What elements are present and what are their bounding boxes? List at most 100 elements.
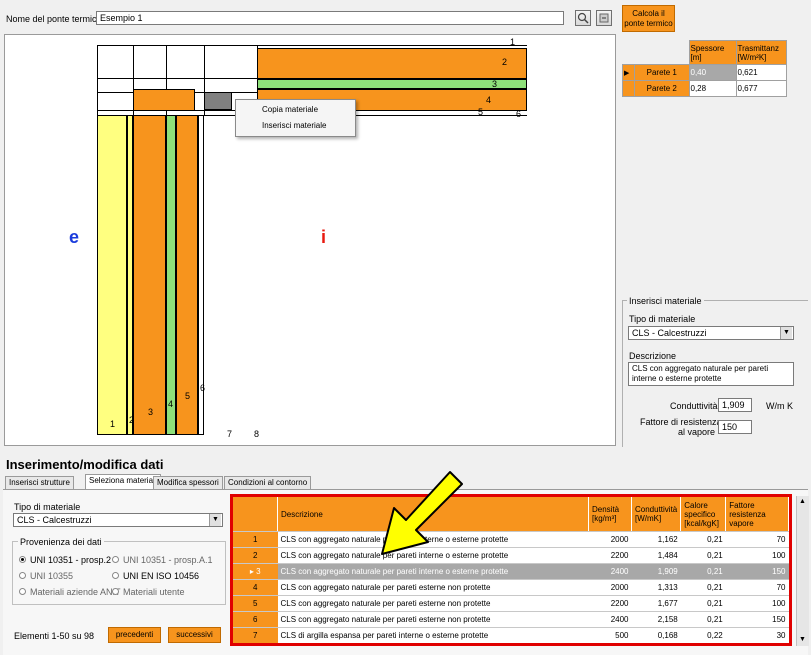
bridge-name-input[interactable]: Esempio 1 [96, 11, 564, 25]
row-number: 7 [233, 627, 278, 643]
col-conductivity: Conduttività [W/mK] [631, 497, 682, 532]
layer-number: 3 [492, 79, 498, 89]
row-conductivity: 2,158 [631, 611, 681, 628]
chevron-down-icon[interactable]: ▼ [209, 514, 221, 526]
row-conductivity: 1,162 [631, 531, 681, 548]
row-vapor-resistance: 150 [725, 563, 789, 580]
menu-item-copy-material[interactable]: Copia materiale [262, 105, 318, 114]
exterior-label: e [69, 227, 80, 247]
conductivity-input[interactable]: 1,909 [718, 398, 752, 412]
table-row[interactable]: 5 CLS con aggregato naturale per pareti … [233, 595, 789, 612]
magnifier-plus-icon [577, 12, 589, 24]
col-transmittance: Trasmittanz [W/m²K] [735, 40, 787, 65]
wall-thickness[interactable]: 0,28 [688, 80, 737, 97]
elements-count: Elementi 1-50 su 98 [14, 631, 95, 641]
row-density: 2000 [588, 579, 632, 596]
radio-uni-en-iso-10456[interactable] [112, 572, 119, 579]
annotation-arrow-icon [381, 471, 463, 555]
layer-number: 8 [254, 429, 260, 439]
table-row[interactable]: 7 CLS di argilla espansa per pareti inte… [233, 627, 789, 643]
menu-item-insert-material[interactable]: Inserisci materiale [262, 121, 326, 130]
material-type-select[interactable]: CLS - Calcestruzzi ▼ [628, 326, 794, 340]
tab-insert-structures[interactable]: Inserisci strutture [5, 476, 74, 489]
row-number: 4 [233, 579, 278, 596]
radio-uni10351-p2[interactable] [19, 556, 26, 563]
layer-v-5[interactable] [176, 115, 198, 435]
layer-h-3[interactable] [257, 79, 527, 89]
materials-table: Descrizione Densità [kg/m³] Conduttività… [233, 497, 789, 643]
calculate-bridge-button[interactable]: Calcola il ponte termico [622, 5, 675, 32]
next-button[interactable]: successivi [168, 627, 221, 643]
row-conductivity: 0,168 [631, 627, 681, 643]
conductivity-unit: W/m K [766, 401, 793, 411]
table-row[interactable]: 2 CLS con aggregato naturale per pareti … [233, 547, 789, 564]
row-description: CLS con aggregato naturale per pareti es… [277, 579, 589, 596]
row-description: CLS con aggregato naturale per pareti es… [277, 611, 589, 628]
table-scrollbar[interactable]: ▲ ▼ [796, 496, 809, 646]
row-description: CLS con aggregato naturale per pareti es… [277, 595, 589, 612]
radio-uni10355[interactable] [19, 572, 26, 579]
layer-number: 2 [129, 415, 135, 425]
row-vapor-resistance: 150 [725, 611, 789, 628]
layer-number: 5 [185, 391, 191, 401]
previous-button[interactable]: precedenti [108, 627, 161, 643]
description-field[interactable]: CLS con aggregato naturale per pareti in… [628, 362, 794, 386]
layer-number: 6 [516, 109, 522, 119]
section-title: Inserimento/modifica dati [6, 457, 164, 472]
insert-material-title: Inserisci materiale [627, 296, 704, 306]
description-label: Descrizione [629, 351, 677, 361]
radio-anit-materials[interactable] [19, 588, 26, 595]
row-number: 2 [233, 547, 278, 564]
walls-table: Spessore [m] Trasmittanz [W/m²K] ▶ Paret… [622, 40, 787, 102]
row-specific-heat: 0,21 [680, 611, 726, 628]
vapor-resistance-input[interactable]: 150 [718, 420, 752, 434]
layer-v-1[interactable] [97, 115, 127, 435]
wall-transmittance: 0,677 [735, 80, 787, 97]
row-vapor-resistance: 70 [725, 579, 789, 596]
table-row-selected[interactable]: ▸ 3 CLS con aggregato naturale per paret… [233, 563, 789, 580]
row-number: 6 [233, 611, 278, 628]
radio-user-materials[interactable] [112, 588, 119, 595]
context-menu: Copia materiale Inserisci materiale [235, 99, 356, 137]
radio-uni10351-a1[interactable] [112, 556, 119, 563]
scroll-down-icon[interactable]: ▼ [799, 636, 806, 643]
layer-number: 1 [110, 419, 116, 429]
layer-v-3[interactable] [133, 115, 166, 435]
row-density: 2200 [588, 595, 632, 612]
scroll-up-icon[interactable]: ▲ [799, 498, 806, 505]
row-specific-heat: 0,21 [680, 595, 726, 612]
bridge-name-label: Nome del ponte termico [6, 14, 102, 24]
row-conductivity: 1,484 [631, 547, 681, 564]
layer-h-2[interactable] [257, 48, 527, 79]
table-row[interactable]: 6 CLS con aggregato naturale per pareti … [233, 611, 789, 628]
bottom-material-type-label: Tipo di materiale [14, 502, 81, 512]
col-thickness: Spessore [m] [688, 40, 737, 65]
tab-boundary-conditions[interactable]: Condizioni al contorno [224, 476, 312, 489]
zoom-in-button[interactable] [575, 10, 591, 26]
selected-cell[interactable] [204, 92, 232, 110]
vapor-label-2: al vapore [678, 427, 716, 437]
wall-label: Parete 2 [634, 80, 690, 97]
row-conductivity: 1,909 [631, 563, 681, 580]
layer-number: 1 [510, 37, 516, 47]
row-vapor-resistance: 100 [725, 595, 789, 612]
layer-number: 3 [148, 407, 154, 417]
table-row[interactable]: 1 CLS con aggregato naturale per pareti … [233, 531, 789, 548]
drawing-canvas[interactable]: 1 2 3 4 5 6 1 2 3 4 5 6 7 8 e i [4, 34, 616, 446]
chevron-down-icon[interactable]: ▼ [780, 327, 792, 339]
zoom-out-button[interactable] [596, 10, 612, 26]
material-type-value: CLS - Calcestruzzi [632, 328, 707, 338]
tab-edit-thickness[interactable]: Modifica spessori [153, 476, 223, 489]
col-vapor-resistance: Fattore resistenza vapore [725, 497, 789, 532]
wall-thickness[interactable]: 0,40 [688, 64, 737, 81]
tab-select-materials[interactable]: Seleziona materiali [85, 474, 161, 490]
table-row[interactable]: 4 CLS con aggregato naturale per pareti … [233, 579, 789, 596]
row-vapor-resistance: 30 [725, 627, 789, 643]
wall-row[interactable]: Parete 2 0,28 0,677 [622, 80, 787, 97]
layer-number: 7 [227, 429, 233, 439]
wall-row[interactable]: ▶ Parete 1 0,40 0,621 [622, 64, 787, 81]
bottom-material-type-select[interactable]: CLS - Calcestruzzi ▼ [13, 513, 223, 527]
layer-v-4[interactable] [166, 115, 176, 435]
row-density: 500 [588, 627, 632, 643]
row-specific-heat: 0,21 [680, 563, 726, 580]
